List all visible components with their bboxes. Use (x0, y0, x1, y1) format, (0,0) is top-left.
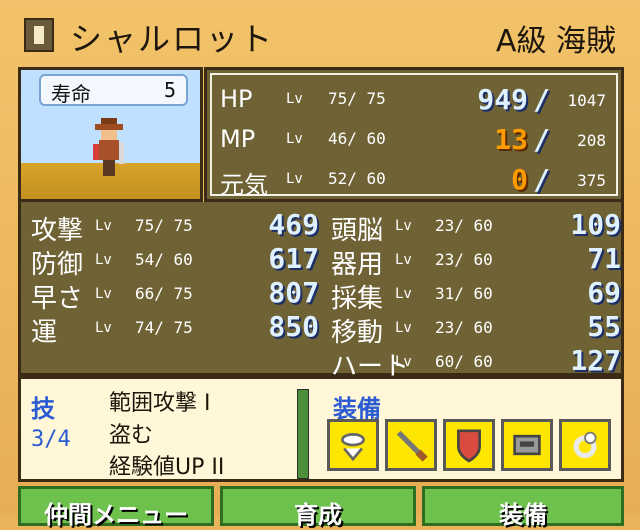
vital-label: HP (220, 85, 253, 113)
stat-lv: Lv (95, 320, 112, 336)
lv-label: Lv (286, 91, 303, 107)
stat-value: 127 (570, 344, 621, 377)
stat-row-dexterity: 器用 Lv 23/ 60 71 (331, 242, 621, 280)
helmet-icon[interactable] (501, 419, 553, 471)
stat-lv-value: 66/ 75 (135, 284, 193, 303)
vital-slash: / (533, 163, 550, 196)
job-text: 海賊 (556, 24, 616, 59)
lv-value: 46/ 60 (328, 129, 386, 148)
stat-value: 617 (268, 242, 319, 275)
stat-value: 850 (268, 310, 319, 343)
party-menu-button[interactable]: 仲間メニュー (18, 486, 214, 529)
training-button[interactable]: 育成 (220, 486, 416, 529)
vital-row-mp: MP Lv 46/ 60 13 / 208 (220, 121, 608, 161)
ring-icon[interactable] (559, 419, 611, 471)
stat-row-intellect: 頭脳 Lv 23/ 60 109 (331, 208, 621, 246)
vital-row-energy: 元気 Lv 52/ 60 0 / 375 (220, 161, 608, 201)
halo-icon[interactable] (327, 419, 379, 471)
skill-item[interactable]: 範囲攻撃 I (109, 385, 210, 417)
stat-lv: Lv (95, 252, 112, 268)
life-box: 寿命 5 (39, 74, 188, 106)
vital-max: 375 (577, 171, 606, 190)
skills-equipment-panel: 技 3/4 範囲攻撃 I 盗む 経験値UP II 装備 (18, 376, 624, 482)
stat-lv: Lv (95, 218, 112, 234)
skills-count: 3/4 (31, 427, 71, 452)
shield-icon[interactable] (443, 419, 495, 471)
stat-lv-value: 74/ 75 (135, 318, 193, 337)
stat-row-speed: 早さ Lv 66/ 75 807 (31, 276, 319, 314)
lv-value: 52/ 60 (328, 169, 386, 188)
vital-slash: / (533, 123, 550, 156)
rank-text: A級 (495, 24, 547, 59)
stat-lv: Lv (395, 218, 412, 234)
equipment-button[interactable]: 装備 (422, 486, 624, 529)
stat-row-heart: ハート Lv 60/ 60 127 (331, 344, 621, 382)
bottom-buttons: 仲間メニュー 育成 装備 (18, 482, 624, 529)
stat-lv-value: 23/ 60 (435, 216, 493, 235)
skills-scrollbar[interactable] (297, 389, 309, 479)
stat-value: 109 (570, 208, 621, 241)
vital-label: 元気 (220, 171, 268, 199)
stat-value: 469 (268, 208, 319, 241)
vitals-panel: HP Lv 75/ 75 949 / 1047 MP Lv 46/ 60 13 … (204, 67, 624, 202)
vitals-inner: HP Lv 75/ 75 949 / 1047 MP Lv 46/ 60 13 … (210, 73, 618, 199)
lv-label: Lv (286, 171, 303, 187)
character-status-screen: シャルロット A級 海賊 寿命 5 HP Lv 75/ 75 949 / 104… (0, 0, 640, 529)
lv-value: 75/ 75 (328, 89, 386, 108)
vital-slash: / (533, 83, 550, 116)
character-sprite-icon (93, 118, 124, 176)
skill-item[interactable]: 盗む (109, 417, 153, 449)
vital-max: 208 (577, 131, 606, 150)
stat-lv-value: 23/ 60 (435, 318, 493, 337)
stat-lv-value: 60/ 60 (435, 352, 493, 371)
stat-lv-value: 23/ 60 (435, 250, 493, 269)
vital-current: 0 (511, 163, 528, 196)
stat-lv: Lv (395, 320, 412, 336)
vital-max: 1047 (567, 91, 606, 110)
character-header: シャルロット A級 海賊 (18, 12, 624, 62)
vital-label: MP (220, 125, 256, 153)
stat-value: 69 (587, 276, 621, 309)
stat-value: 807 (268, 276, 319, 309)
stat-lv: Lv (395, 252, 412, 268)
vital-current: 13 (494, 123, 528, 156)
stat-lv-value: 54/ 60 (135, 250, 193, 269)
skill-item[interactable]: 経験値UP II (109, 449, 224, 481)
life-label: 寿命 (51, 82, 91, 106)
equipment-slots (327, 419, 617, 477)
stat-lv-value: 75/ 75 (135, 216, 193, 235)
life-value: 5 (163, 78, 176, 102)
stat-row-luck: 運 Lv 74/ 75 850 (31, 310, 319, 348)
character-card-icon (24, 18, 54, 52)
stat-row-movement: 移動 Lv 23/ 60 55 (331, 310, 621, 348)
stat-row-attack: 攻撃 Lv 75/ 75 469 (31, 208, 319, 246)
character-portrait: 寿命 5 (18, 67, 203, 202)
stat-row-defense: 防御 Lv 54/ 60 617 (31, 242, 319, 280)
stat-value: 71 (587, 242, 621, 275)
sword-icon[interactable] (385, 419, 437, 471)
skills-label: 技 (31, 395, 55, 423)
lv-label: Lv (286, 131, 303, 147)
vital-row-hp: HP Lv 75/ 75 949 / 1047 (220, 81, 608, 121)
vital-current: 949 (477, 83, 528, 116)
character-rank: A級 海賊 (496, 16, 616, 60)
stat-row-gathering: 採集 Lv 31/ 60 69 (331, 276, 621, 314)
stat-label: 運 (31, 318, 58, 348)
character-name: シャルロット (70, 20, 275, 58)
stat-value: 55 (587, 310, 621, 343)
stat-lv: Lv (95, 286, 112, 302)
stat-lv-value: 31/ 60 (435, 284, 493, 303)
stats-panel: 攻撃 Lv 75/ 75 469 防御 Lv 54/ 60 617 早さ Lv … (18, 202, 624, 382)
stat-lv: Lv (395, 354, 412, 370)
stat-lv: Lv (395, 286, 412, 302)
